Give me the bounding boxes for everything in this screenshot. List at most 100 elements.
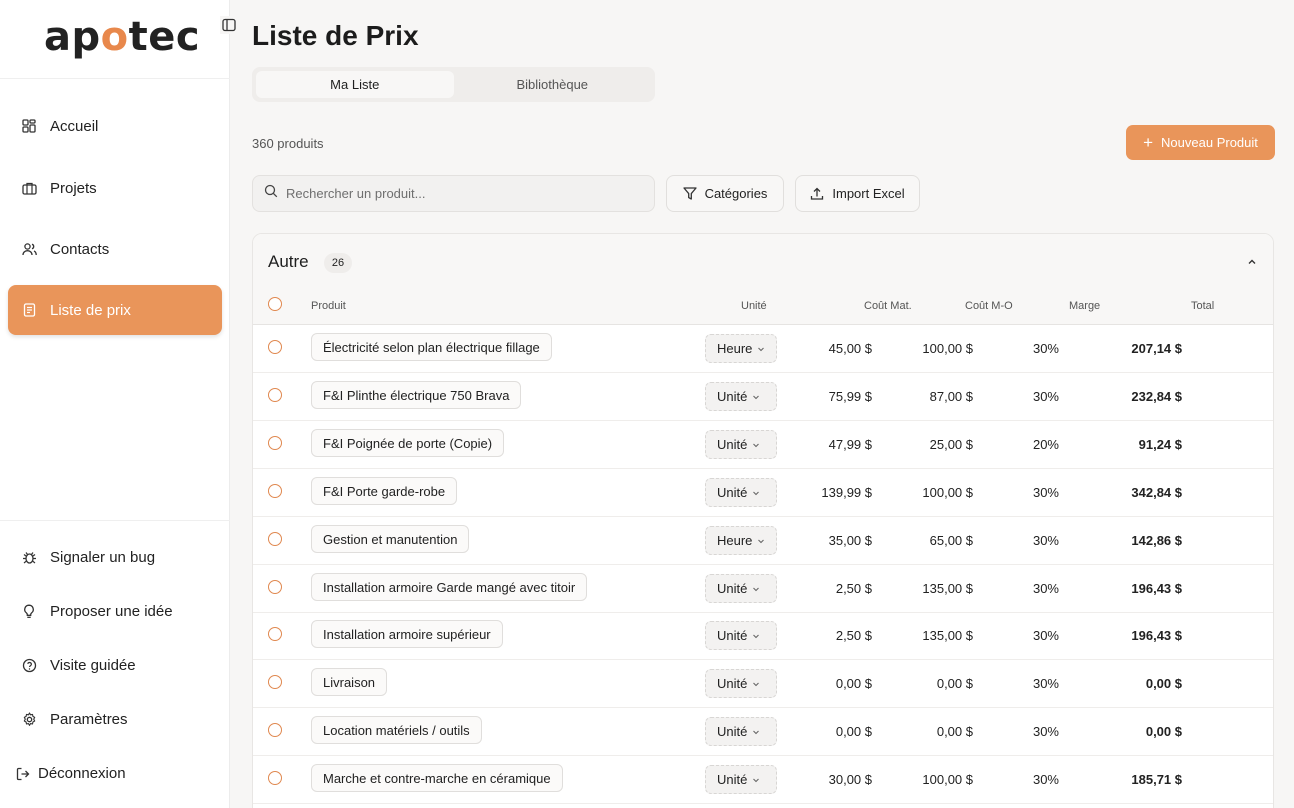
row-select-radio[interactable] [268, 675, 282, 689]
product-name[interactable]: Installation armoire supérieur [311, 620, 503, 648]
row-select-radio[interactable] [268, 627, 282, 641]
report-bug-link[interactable]: Signaler un bug [21, 549, 155, 566]
apotec-logo[interactable]: apotec [44, 14, 200, 60]
guided-tour-link[interactable]: Visite guidée [21, 657, 136, 674]
table-row: Électricité selon plan électrique fillag… [253, 325, 1273, 373]
group-header[interactable]: Autre 26 [253, 234, 1273, 289]
logo-house-o: o [100, 14, 129, 60]
lightbulb-icon [21, 604, 37, 620]
col-cost-mo: Coût M-O [965, 300, 1013, 312]
margin: 30% [1032, 724, 1059, 739]
product-name[interactable]: Électricité selon plan électrique fillag… [311, 333, 552, 361]
chevron-up-icon[interactable] [1246, 255, 1258, 273]
cost-mat: 75,99 $ [828, 389, 872, 404]
table-row: F&I Porte garde-robe Unité 139,99 $ 100,… [253, 469, 1273, 517]
nav-item-liste-de-prix[interactable]: Liste de prix [8, 285, 222, 335]
row-select-radio[interactable] [268, 532, 282, 546]
unit-value: Unité [717, 437, 748, 452]
table-row: F&I Plinthe électrique 750 Brava Unité 7… [253, 373, 1273, 421]
logout-link[interactable]: Déconnexion [15, 765, 126, 782]
margin: 30% [1032, 676, 1059, 691]
group-count-badge: 26 [324, 253, 352, 273]
cost-mo: 135,00 $ [922, 628, 973, 643]
row-select-radio[interactable] [268, 388, 282, 402]
categories-button[interactable]: Catégories [666, 175, 784, 212]
product-name[interactable]: F&I Porte garde-robe [311, 477, 458, 505]
unit-value: Unité [717, 389, 748, 404]
categories-label: Catégories [704, 186, 768, 201]
product-name[interactable]: Marche et contre-marche en céramique [311, 764, 563, 792]
col-total: Total [1191, 300, 1215, 312]
unit-select[interactable]: Unité [705, 430, 777, 459]
new-product-button[interactable]: + Nouveau Produit [1126, 125, 1275, 160]
cost-mo: 100,00 $ [922, 772, 973, 787]
table-row: Installation armoire supérieur Unité 2,5… [253, 612, 1273, 660]
upload-icon [810, 187, 824, 201]
unit-select[interactable]: Unité [705, 621, 777, 650]
margin: 30% [1032, 772, 1059, 787]
tab-bibliotheque[interactable]: Bibliothèque [454, 71, 652, 98]
unit-select[interactable]: Unité [705, 574, 777, 603]
nav-label: Projets [50, 179, 97, 197]
cost-mat: 2,50 $ [835, 628, 872, 643]
total: 91,24 $ [1138, 437, 1182, 452]
table-row: Location matériels / outils Unité 0,00 $… [253, 708, 1273, 756]
cost-mo: 0,00 $ [936, 724, 973, 739]
cost-mat: 30,00 $ [828, 772, 872, 787]
search-box [252, 175, 655, 212]
margin: 30% [1032, 581, 1059, 596]
import-excel-label: Import Excel [832, 186, 905, 201]
total: 185,71 $ [1131, 772, 1182, 787]
import-excel-button[interactable]: Import Excel [795, 175, 920, 212]
chevron-down-icon [751, 440, 761, 450]
product-name[interactable]: Gestion et manutention [311, 525, 470, 553]
unit-select[interactable]: Unité [705, 717, 777, 746]
list-tabs: Ma Liste Bibliothèque [252, 67, 655, 102]
row-select-radio[interactable] [268, 771, 282, 785]
unit-select[interactable]: Unité [705, 382, 777, 411]
select-all-radio[interactable] [268, 297, 282, 311]
unit-select[interactable]: Unité [705, 478, 777, 507]
unit-select[interactable]: Unité [705, 765, 777, 794]
nav-item-contacts[interactable]: Contacts [8, 224, 222, 274]
row-select-radio[interactable] [268, 580, 282, 594]
col-margin: Marge [1069, 300, 1101, 312]
tab-ma-liste[interactable]: Ma Liste [256, 71, 454, 98]
unit-value: Unité [717, 628, 748, 643]
unit-select[interactable]: Heure [705, 526, 777, 555]
table-row: F&I Poignée de porte (Copie) Unité 47,99… [253, 421, 1273, 469]
bottom-nav-label: Proposer une idée [50, 603, 173, 620]
sidebar-toggle-icon[interactable] [220, 16, 238, 34]
row-select-radio[interactable] [268, 436, 282, 450]
product-name[interactable]: Location matériels / outils [311, 716, 482, 744]
col-unit: Unité [741, 300, 767, 312]
suggest-idea-link[interactable]: Proposer une idée [21, 603, 173, 620]
search-input[interactable] [286, 186, 626, 201]
product-name[interactable]: F&I Plinthe électrique 750 Brava [311, 381, 522, 409]
table-row: Livraison Unité 0,00 $ 0,00 $ 30% 0,00 $ [253, 660, 1273, 708]
margin: 20% [1032, 437, 1059, 452]
cost-mat: 47,99 $ [828, 437, 872, 452]
table-row: Gestion et manutention Heure 35,00 $ 65,… [253, 517, 1273, 565]
group-name: Autre [268, 252, 309, 271]
row-select-radio[interactable] [268, 340, 282, 354]
nav-item-projets[interactable]: Projets [8, 163, 222, 213]
row-select-radio[interactable] [268, 484, 282, 498]
cost-mat: 0,00 $ [835, 724, 872, 739]
settings-link[interactable]: Paramètres [21, 711, 128, 728]
unit-value: Unité [717, 485, 748, 500]
nav-item-accueil[interactable]: Accueil [8, 101, 222, 151]
total: 207,14 $ [1131, 341, 1182, 356]
row-select-radio[interactable] [268, 723, 282, 737]
product-name[interactable]: F&I Poignée de porte (Copie) [311, 429, 505, 457]
unit-value: Unité [717, 772, 748, 787]
total: 342,84 $ [1131, 485, 1182, 500]
product-name[interactable]: Installation armoire Garde mangé avec ti… [311, 573, 588, 601]
unit-select[interactable]: Heure [705, 334, 777, 363]
new-product-label: Nouveau Produit [1161, 135, 1258, 150]
chevron-down-icon [751, 631, 761, 641]
product-name[interactable]: Livraison [311, 668, 388, 696]
unit-select[interactable]: Unité [705, 669, 777, 698]
bottom-nav: Signaler un bug Proposer une idée Visite… [0, 520, 230, 808]
logo-area: apotec [0, 0, 230, 79]
